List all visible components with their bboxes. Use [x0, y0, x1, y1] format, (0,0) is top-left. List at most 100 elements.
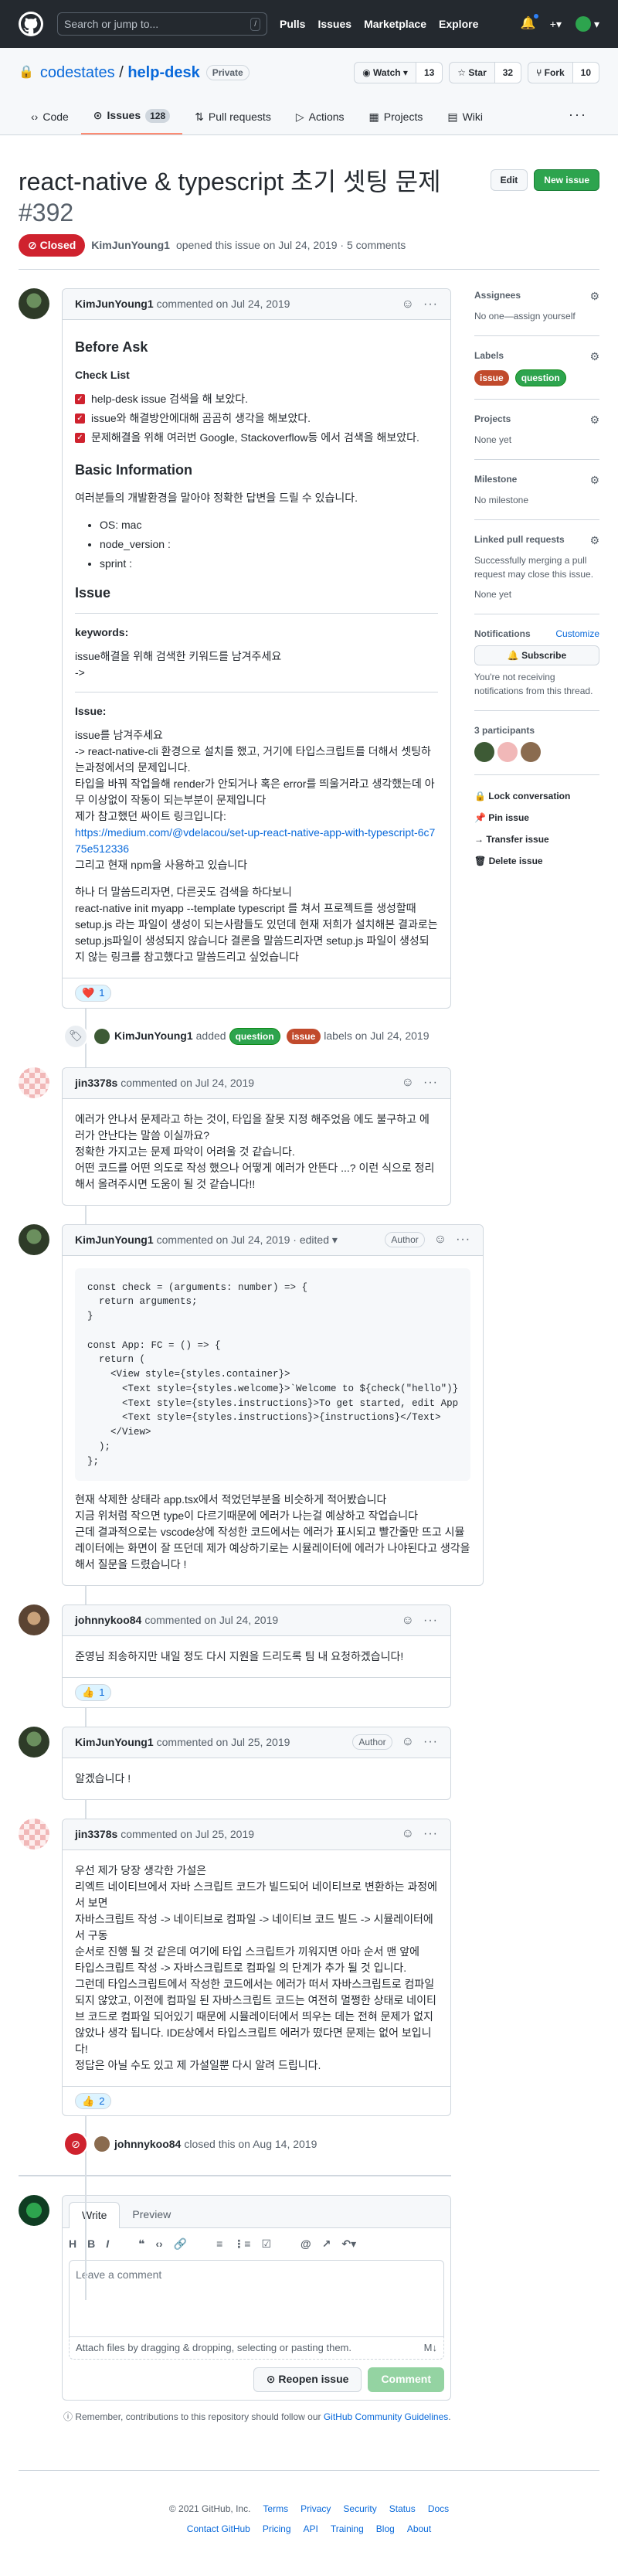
quote-icon[interactable]: ❝ — [138, 2236, 144, 2252]
gear-icon[interactable]: ⚙ — [589, 288, 599, 305]
footer-link[interactable]: Blog — [376, 2522, 395, 2536]
comment-author[interactable]: jin3378s — [75, 1075, 117, 1091]
watch-count[interactable]: 13 — [415, 63, 443, 83]
nav-explore[interactable]: Explore — [439, 16, 478, 32]
bold-icon[interactable]: B — [87, 2236, 95, 2252]
smiley-icon[interactable]: ☺ — [402, 1825, 414, 1843]
footer-link[interactable]: Security — [343, 2502, 376, 2516]
avatar[interactable] — [497, 742, 518, 762]
star-count[interactable]: 32 — [494, 63, 521, 83]
label-question[interactable]: question — [514, 369, 566, 386]
tab-write[interactable]: Write — [69, 2202, 121, 2229]
bullet-list-icon[interactable]: ≡ — [216, 2236, 222, 2252]
heading-icon[interactable]: H — [69, 2236, 76, 2252]
avatar[interactable] — [19, 1223, 49, 1255]
repo-owner-link[interactable]: codestates — [40, 61, 115, 84]
task-list-icon[interactable]: ☑ — [261, 2236, 271, 2252]
footer-link[interactable]: Contact GitHub — [187, 2522, 250, 2536]
footer-link[interactable]: Terms — [263, 2502, 288, 2516]
tab-pull-requests[interactable]: ⇅ Pull requests — [182, 109, 284, 134]
label-issue[interactable]: issue — [286, 1028, 321, 1044]
smiley-icon[interactable]: ☺ — [434, 1230, 447, 1249]
event-author[interactable]: johnnykoo84 — [114, 2136, 181, 2152]
footer-link[interactable]: Docs — [428, 2502, 449, 2516]
smiley-icon[interactable]: ☺ — [402, 1733, 414, 1751]
nav-pulls[interactable]: Pulls — [280, 16, 305, 32]
reply-icon[interactable]: ↶▾ — [341, 2236, 356, 2252]
kebab-icon[interactable]: ··· — [456, 1230, 470, 1249]
more-tabs-button[interactable]: ··· — [556, 104, 599, 134]
tab-code[interactable]: ‹› Code — [19, 109, 81, 134]
label-issue[interactable]: issue — [474, 370, 509, 386]
comment-author[interactable]: johnnykoo84 — [75, 1612, 141, 1628]
gear-icon[interactable]: ⚙ — [589, 412, 599, 428]
tab-issues[interactable]: ⊙ Issues 128 — [80, 107, 183, 134]
smiley-icon[interactable]: ☺ — [402, 1611, 414, 1630]
repo-name-link[interactable]: help-desk — [127, 61, 199, 84]
avatar[interactable] — [474, 742, 494, 762]
footer-link[interactable]: About — [407, 2522, 431, 2536]
github-logo-icon[interactable] — [19, 12, 43, 36]
comment-textarea[interactable]: Leave a comment — [69, 2260, 444, 2338]
smiley-icon[interactable]: ☺ — [402, 1074, 414, 1092]
link-icon[interactable]: 🔗 — [174, 2236, 187, 2252]
comment-author[interactable]: jin3378s — [75, 1826, 117, 1843]
kebab-icon[interactable]: ··· — [423, 1611, 438, 1630]
edit-button[interactable]: Edit — [490, 169, 528, 191]
avatar[interactable] — [19, 1604, 49, 1636]
lock-conversation-button[interactable]: 🔒 Lock conversation — [474, 789, 599, 803]
tab-projects[interactable]: ▦ Projects — [357, 109, 436, 134]
subscribe-button[interactable]: 🔔 Subscribe — [474, 645, 599, 665]
code-icon[interactable]: ‹› — [155, 2236, 162, 2252]
gear-icon[interactable]: ⚙ — [589, 533, 599, 549]
reference-link[interactable]: https://medium.com/@vdelacou/set-up-reac… — [75, 826, 435, 855]
notifications-bell-icon[interactable]: 🔔 — [521, 13, 539, 33]
kebab-icon[interactable]: ··· — [423, 1825, 438, 1843]
gear-icon[interactable]: ⚙ — [589, 472, 599, 488]
kebab-icon[interactable]: ··· — [423, 295, 438, 314]
avatar[interactable] — [19, 1726, 49, 1758]
checkbox-icon[interactable]: ✓ — [75, 433, 85, 443]
star-button[interactable]: ☆ Star 32 — [449, 62, 522, 83]
user-menu[interactable]: ▾ — [575, 16, 599, 32]
new-issue-button[interactable]: New issue — [534, 169, 599, 191]
avatar[interactable] — [521, 742, 541, 762]
avatar[interactable] — [19, 1067, 49, 1098]
cross-reference-icon[interactable]: ↗ — [322, 2236, 331, 2252]
assignees-value[interactable]: No one—assign yourself — [474, 309, 599, 323]
search-input[interactable]: Search or jump to... / — [57, 12, 267, 36]
delete-issue-button[interactable]: 🗑 Delete issue — [474, 854, 599, 868]
numbered-list-icon[interactable]: ⋮≡ — [233, 2236, 250, 2252]
nav-issues[interactable]: Issues — [317, 16, 351, 32]
smiley-icon[interactable]: ☺ — [402, 295, 414, 314]
event-author[interactable]: KimJunYoung1 — [114, 1028, 193, 1044]
comment-button[interactable]: Comment — [368, 2367, 444, 2392]
label-question[interactable]: question — [229, 1027, 280, 1045]
pin-issue-button[interactable]: 📌 Pin issue — [474, 811, 599, 825]
footer-link[interactable]: Privacy — [301, 2502, 331, 2516]
avatar[interactable] — [94, 2136, 110, 2152]
avatar[interactable] — [19, 288, 49, 319]
fork-button[interactable]: ⑂ Fork 10 — [528, 62, 599, 83]
avatar[interactable] — [19, 1818, 49, 1849]
watch-button[interactable]: ◉ Watch ▾ 13 — [354, 62, 443, 83]
mention-icon[interactable]: @ — [301, 2236, 311, 2252]
create-new-menu[interactable]: +▾ — [550, 16, 562, 32]
guidelines-link[interactable]: GitHub Community Guidelines — [324, 2411, 448, 2422]
checkbox-icon[interactable]: ✓ — [75, 394, 85, 404]
gear-icon[interactable]: ⚙ — [589, 349, 599, 365]
comment-author[interactable]: KimJunYoung1 — [75, 296, 154, 312]
comment-author[interactable]: KimJunYoung1 — [75, 1232, 154, 1248]
fork-count[interactable]: 10 — [572, 63, 599, 83]
issue-author-link[interactable]: KimJunYoung1 — [91, 237, 170, 254]
reaction-button[interactable]: ❤️ 1 — [75, 985, 112, 1002]
footer-link[interactable]: API — [304, 2522, 318, 2536]
footer-link[interactable]: Status — [389, 2502, 416, 2516]
checkbox-icon[interactable]: ✓ — [75, 413, 85, 424]
tab-actions[interactable]: ▷ Actions — [284, 109, 357, 134]
kebab-icon[interactable]: ··· — [423, 1733, 438, 1751]
reopen-issue-button[interactable]: ⊙ Reopen issue — [253, 2367, 362, 2392]
attach-files-bar[interactable]: Attach files by dragging & dropping, sel… — [69, 2337, 444, 2360]
footer-link[interactable]: Pricing — [263, 2522, 291, 2536]
transfer-issue-button[interactable]: → Transfer issue — [474, 832, 599, 846]
